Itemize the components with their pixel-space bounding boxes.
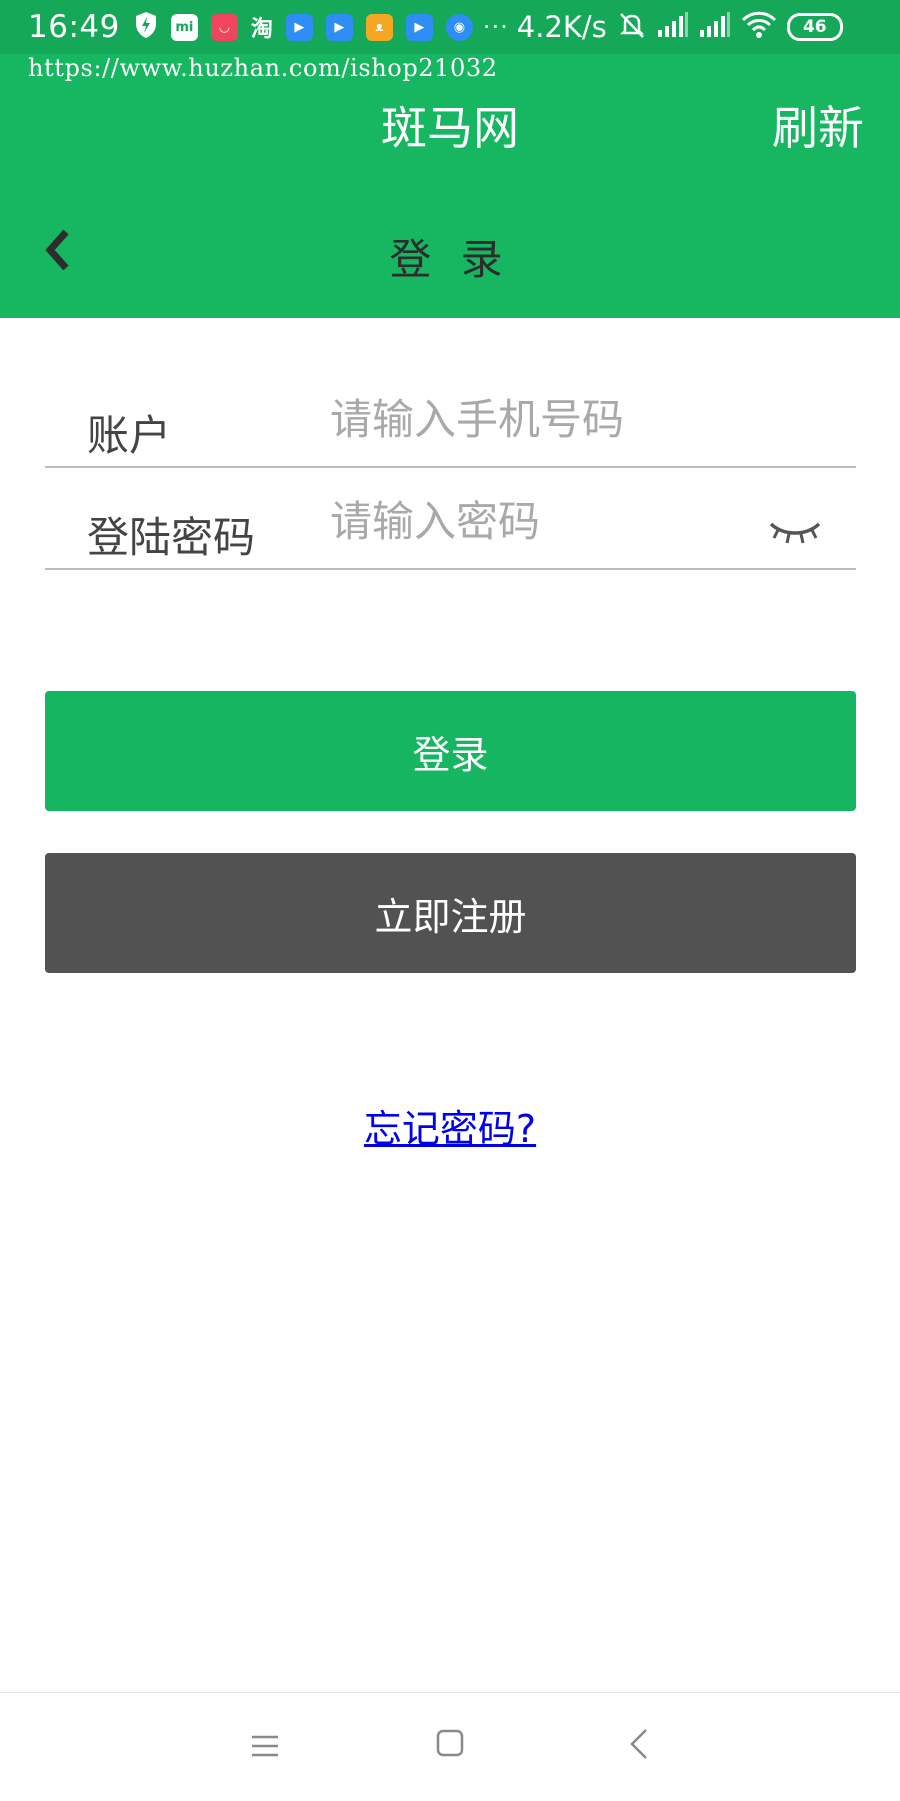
register-button[interactable]: 立即注册 [45, 853, 856, 973]
taobao-icon: 淘 [250, 17, 273, 42]
shopping-bag-icon: ◡ [210, 13, 238, 41]
status-bar: 16:49 mi ◡ 淘 ▶ ▶ ᴥ ▶ ◉ ··· 4.2K/s 46 [0, 0, 900, 54]
account-field-row: 账户 [45, 366, 856, 468]
back-nav-icon[interactable] [628, 1727, 650, 1761]
signal-icon [699, 12, 731, 42]
wifi-icon [741, 11, 777, 43]
account-input[interactable] [330, 388, 770, 450]
url-watermark: https://www.huzhan.com/ishop21032 [28, 54, 498, 82]
password-label: 登陆密码 [87, 513, 256, 562]
page-title: 登 录 [389, 235, 511, 284]
eye-closed-icon[interactable] [768, 518, 822, 548]
refresh-button[interactable]: 刷新 [772, 92, 864, 158]
notification-icons: mi ◡ 淘 ▶ ▶ ᴥ ▶ ◉ [134, 11, 473, 43]
password-input[interactable] [330, 490, 690, 552]
mute-icon [617, 10, 647, 44]
page-header: 登 录 [0, 182, 900, 318]
cat-app-icon: ᴥ [365, 13, 393, 41]
app-bar: https://www.huzhan.com/ishop21032 斑马网 刷新 [0, 54, 900, 182]
forgot-password-link[interactable]: 忘记密码? [0, 1098, 900, 1153]
account-label: 账户 [87, 411, 172, 460]
network-speed: 4.2K/s [516, 10, 607, 44]
shield-icon [134, 11, 158, 43]
status-time: 16:49 [28, 9, 120, 45]
video-app-icon: ▶ [405, 13, 433, 41]
mi-store-icon: mi [170, 13, 198, 41]
home-icon[interactable] [436, 1729, 464, 1757]
login-button[interactable]: 登录 [45, 691, 856, 811]
menu-icon[interactable] [250, 1731, 280, 1761]
video-app-icon: ▶ [285, 13, 313, 41]
video-app-icon: ▶ [325, 13, 353, 41]
status-right: 46 [617, 10, 843, 44]
more-notifications-icon: ··· [482, 13, 509, 41]
signal-icon [657, 12, 689, 42]
battery-icon: 46 [786, 13, 843, 41]
system-nav-bar [0, 1692, 900, 1801]
app-title: 斑马网 [381, 101, 519, 155]
hotspot-icon: ◉ [445, 13, 473, 41]
password-field-row: 登陆密码 [45, 468, 856, 570]
